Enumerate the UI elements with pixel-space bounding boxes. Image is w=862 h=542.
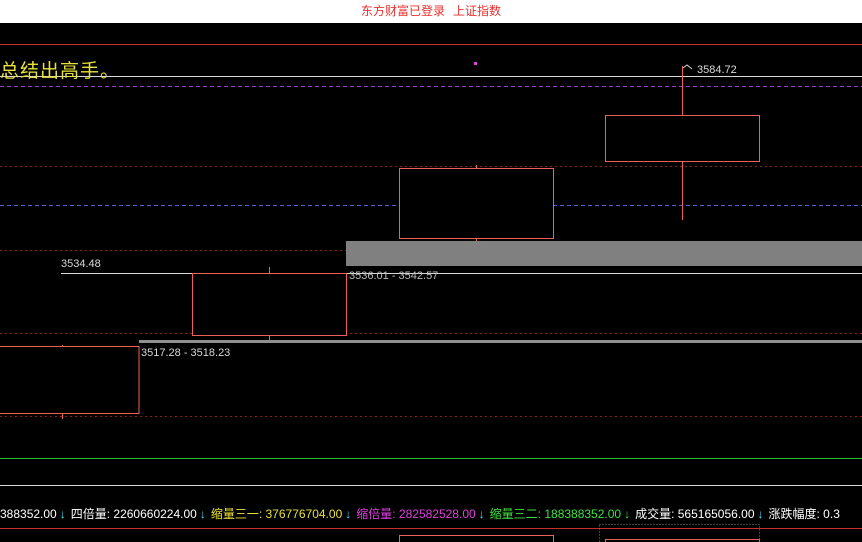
- down-arrow-icon: ↓: [59, 507, 66, 521]
- candle-4[interactable]: [605, 64, 760, 220]
- candle-3[interactable]: [399, 165, 554, 241]
- candle-1[interactable]: [0, 345, 140, 419]
- scrolling-banner-text: 总结出高手。: [0, 60, 121, 82]
- high-price-label: 3584.72: [697, 64, 737, 76]
- app-status-title: 东方财富已登录: [360, 4, 445, 18]
- kline-chart[interactable]: [0, 23, 862, 542]
- magenta-marker: [474, 62, 477, 65]
- gap-lower-range-label: 3517.28 - 3518.23: [141, 347, 231, 359]
- status-item: 缩量三一: 376776704.00: [210, 507, 343, 521]
- volume-bar-partial: [399, 535, 554, 542]
- high-marker-icon: [682, 64, 693, 70]
- down-arrow-icon: ↓: [199, 507, 206, 521]
- candle-body: [192, 273, 347, 336]
- down-arrow-icon: ↓: [345, 507, 352, 521]
- candle-body: [0, 346, 140, 414]
- down-arrow-icon: ↓: [478, 507, 485, 521]
- status-item: 388352.00: [0, 507, 57, 521]
- down-arrow-icon: ↓: [757, 507, 764, 521]
- status-item: 四倍量: 2260660224.00: [70, 507, 197, 521]
- index-name-title: 上证指数: [453, 4, 502, 18]
- candle-2[interactable]: [192, 267, 347, 341]
- status-item: 涨跌幅度: 0.3: [768, 507, 840, 521]
- title-bar: 东方财富已登录 上证指数: [0, 0, 862, 23]
- candle-body: [399, 168, 554, 239]
- status-item: 缩量三二: 188388352.00: [489, 507, 622, 521]
- level-price-label: 3534.48: [61, 258, 101, 270]
- down-arrow-icon: ↓: [624, 507, 631, 521]
- status-item: 成交量: 565165056.00: [635, 507, 755, 521]
- gap-zone-upper: [346, 241, 862, 266]
- status-item: 缩倍量: 282582528.00: [356, 507, 476, 521]
- gap-upper-range-label: 3536.01 - 3542.57: [349, 270, 439, 282]
- indicator-status-bar: 388352.00 ↓ 四倍量: 2260660224.00 ↓ 缩量三一: 37677…: [0, 503, 862, 525]
- candle-body: [605, 115, 760, 162]
- gap-zone-lower: [139, 340, 862, 343]
